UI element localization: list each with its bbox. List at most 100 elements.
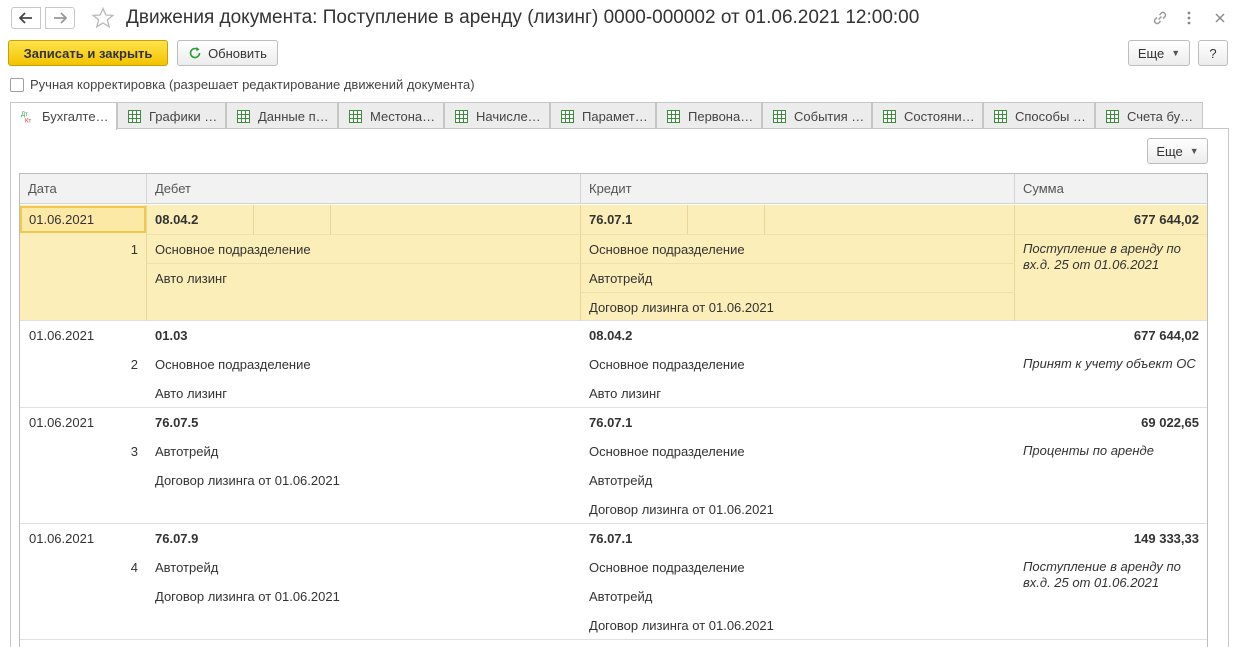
tab-initial[interactable]: Первона… [656, 102, 762, 129]
credit-subconto: Основное подразделение [589, 357, 745, 372]
tab-label: Бухгалте… [42, 109, 109, 124]
row-sum: 677 644,02 [1133, 212, 1199, 227]
tab-accounts[interactable]: Счета бу… [1095, 102, 1203, 129]
tab-data[interactable]: Данные п… [226, 102, 338, 129]
save-and-close-button[interactable]: Записать и закрыть [8, 40, 168, 66]
tab-label: Счета бу… [1127, 108, 1194, 124]
table-row[interactable]: 01.06.2021 1 08.04.2 Основное подразделе… [20, 205, 1207, 321]
row-number: 2 [130, 357, 138, 372]
row-comment: Поступление в аренду по вх.д. 25 от 01.0… [1023, 241, 1181, 272]
table-icon [128, 109, 141, 123]
row-col-divider [253, 205, 254, 234]
row-line-divider [147, 234, 1207, 235]
credit-subconto: Авто лизинг [589, 386, 661, 401]
grid-more-label: Еще [1156, 143, 1183, 159]
tab-label: Графики … [149, 108, 218, 124]
debit-subconto: Договор лизинга от 01.06.2021 [155, 589, 340, 604]
tab-accounting[interactable]: Дт Кт Бухгалте… [10, 102, 117, 130]
table-icon [773, 109, 786, 123]
row-col-divider [687, 205, 688, 234]
arrow-right-icon [54, 12, 67, 24]
debit-subconto: Автотрейд [155, 444, 219, 459]
help-button[interactable]: ? [1198, 40, 1228, 66]
back-button[interactable] [11, 7, 41, 29]
link-icon[interactable] [1151, 9, 1169, 32]
debit-account: 08.04.2 [155, 212, 199, 227]
tab-schedules[interactable]: Графики … [117, 102, 226, 129]
manual-edit-label: Ручная корректировка (разрешает редактир… [30, 77, 475, 92]
table-icon [883, 109, 896, 123]
tab-label: События … [794, 108, 865, 124]
header-sum[interactable]: Сумма [1015, 174, 1207, 204]
row-line-divider [581, 292, 1015, 293]
credit-subconto: Основное подразделение [589, 444, 745, 459]
row-date: 01.06.2021 [29, 415, 95, 430]
credit-subconto: Автотрейд [589, 473, 653, 488]
header-debit[interactable]: Дебет [147, 174, 581, 204]
tab-accruals[interactable]: Начисле… [444, 102, 550, 129]
manual-edit-checkbox[interactable] [10, 78, 24, 92]
favorite-star-icon[interactable] [91, 6, 115, 30]
tab-states[interactable]: Состояни… [872, 102, 983, 129]
row-number: 3 [130, 444, 138, 459]
credit-subconto: Договор лизинга от 01.06.2021 [589, 618, 774, 633]
tab-location[interactable]: Местона… [338, 102, 444, 129]
table-icon [349, 109, 362, 123]
credit-subconto: Основное подразделение [589, 560, 745, 575]
table-icon [561, 109, 574, 123]
credit-account: 76.07.1 [589, 415, 633, 430]
grid-more-button[interactable]: Еще ▼ [1147, 138, 1208, 164]
close-icon[interactable] [1214, 9, 1226, 32]
table-icon [237, 109, 250, 123]
debit-account: 01.03 [155, 328, 188, 343]
row-comment: Поступление в аренду по вх.д. 25 от 01.0… [1023, 559, 1181, 590]
table-icon [455, 109, 468, 123]
row-date: 01.06.2021 [29, 531, 95, 546]
more-button[interactable]: Еще ▼ [1128, 40, 1190, 66]
credit-account: 76.07.1 [589, 531, 633, 546]
tab-events[interactable]: События … [762, 102, 872, 129]
tab-methods[interactable]: Способы … [983, 102, 1095, 129]
panel-border-left [10, 128, 11, 647]
table-row[interactable]: 01.06.2021 2 01.03 Основное подразделени… [20, 321, 1207, 408]
debit-subconto: Авто лизинг [155, 386, 227, 401]
row-sum: 149 333,33 [1133, 531, 1199, 546]
debit-account: 76.07.9 [155, 531, 199, 546]
debit-subconto: Авто лизинг [155, 271, 227, 286]
svg-text:Кт: Кт [25, 119, 31, 124]
row-date: 01.06.2021 [29, 212, 95, 227]
credit-subconto: Автотрейд [589, 589, 653, 604]
row-col-divider [330, 205, 331, 234]
panel-border-right [1228, 128, 1229, 647]
table-icon [667, 109, 680, 123]
row-comment: Проценты по аренде [1023, 443, 1154, 458]
tab-parameters[interactable]: Парамет… [550, 102, 656, 129]
credit-account: 08.04.2 [589, 328, 633, 343]
dt-kt-icon: ДтКт [21, 112, 31, 124]
debit-subconto: Основное подразделение [155, 357, 311, 372]
tab-strip: Дт Кт Бухгалте… Графики … Данные п… Место… [10, 102, 1204, 130]
title-bar: Движения документа: Поступление в аренду… [0, 0, 1236, 38]
tab-label: Начисле… [476, 108, 541, 124]
credit-account: 76.07.1 [589, 212, 633, 227]
forward-button[interactable] [45, 7, 75, 29]
table-row[interactable]: 01.06.2021 4 76.07.9 Автотрейд Договор л… [20, 524, 1207, 640]
debit-account: 76.07.5 [155, 415, 199, 430]
tab-underline [10, 128, 1229, 129]
svg-text:Дт: Дт [21, 112, 28, 118]
table-row[interactable]: 01.06.2021 3 76.07.5 Автотрейд Договор л… [20, 408, 1207, 524]
more-vertical-icon[interactable] [1186, 9, 1192, 32]
tab-label: Местона… [370, 108, 436, 124]
entries-grid: Дата Дебет Кредит Сумма 01.06.2021 1 08.… [19, 173, 1208, 647]
tab-label: Данные п… [258, 108, 329, 124]
debit-subconto: Автотрейд [155, 560, 219, 575]
credit-subconto: Договор лизинга от 01.06.2021 [589, 502, 774, 517]
header-credit[interactable]: Кредит [581, 174, 1015, 204]
refresh-button[interactable]: Обновить [177, 40, 278, 66]
header-date[interactable]: Дата [20, 174, 147, 204]
caret-down-icon: ▼ [1189, 146, 1199, 156]
arrow-left-icon [19, 12, 32, 24]
row-col-divider [764, 205, 765, 234]
row-number: 4 [130, 560, 138, 575]
tab-label: Парамет… [582, 108, 648, 124]
